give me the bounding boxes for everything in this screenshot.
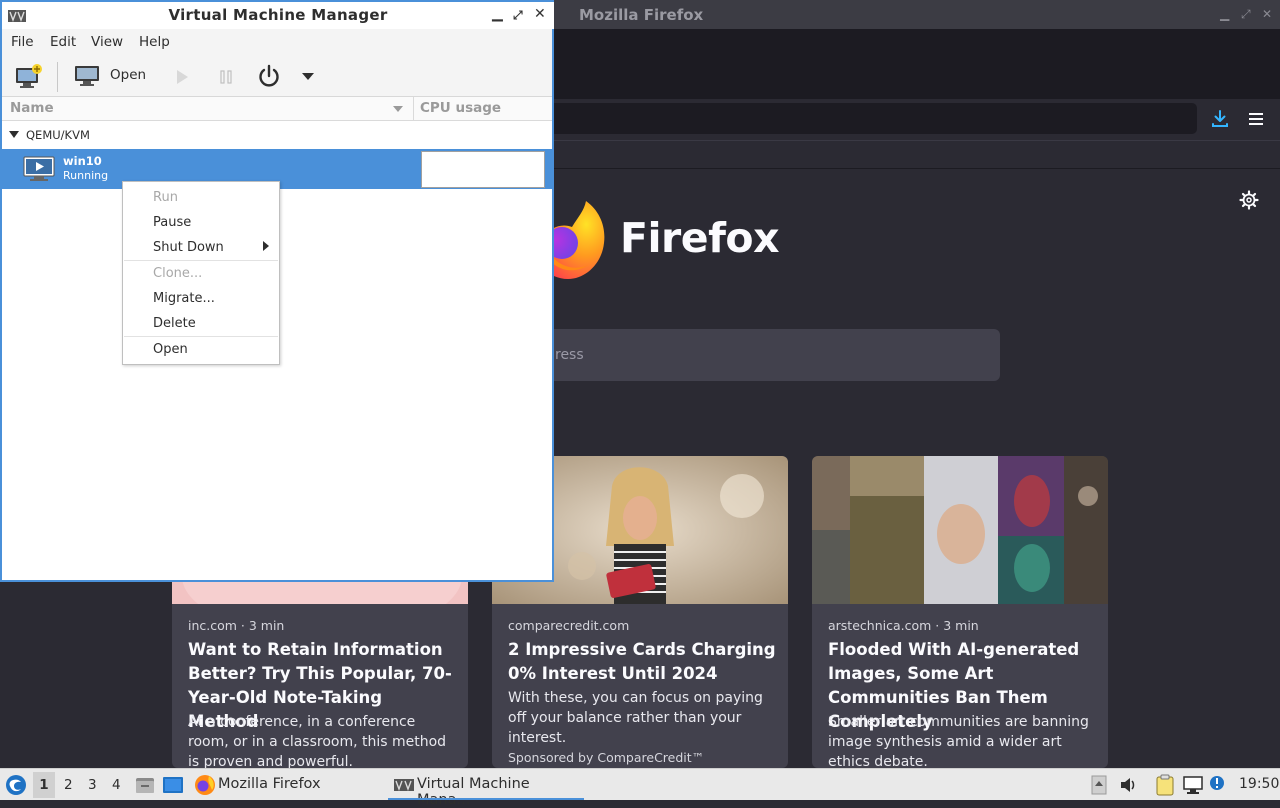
- vmm-menubar: File Edit View Help: [2, 29, 552, 56]
- story-description: With these, you can focus on paying off …: [508, 690, 763, 746]
- connection-label: QEMU/KVM: [26, 128, 90, 142]
- expander-down-icon[interactable]: [9, 131, 19, 139]
- sort-down-icon[interactable]: [392, 105, 404, 113]
- clock[interactable]: 19:50: [1239, 776, 1279, 792]
- file-manager-icon[interactable]: [135, 775, 155, 795]
- toolbar-separator: [57, 62, 58, 92]
- story-thumbnail: [812, 456, 1108, 604]
- menu-item-run: Run: [153, 190, 178, 205]
- task-firefox[interactable]: Mozilla Firefox: [192, 769, 382, 801]
- hamburger-menu-icon[interactable]: [1246, 109, 1266, 129]
- connection-group-row[interactable]: QEMU/KVM: [2, 122, 552, 147]
- story-card[interactable]: arstechnica.com · 3 min Flooded With AI-…: [812, 456, 1108, 768]
- maximize-icon[interactable]: ⤢: [1241, 7, 1251, 22]
- firefox-url-bar[interactable]: [540, 103, 1197, 134]
- clipboard-icon[interactable]: [1155, 774, 1175, 796]
- menu-separator: [124, 336, 278, 337]
- workspace-4[interactable]: 4: [112, 777, 121, 793]
- menu-item-delete[interactable]: Delete: [153, 316, 196, 331]
- menu-view[interactable]: View: [91, 34, 123, 50]
- submenu-arrow-icon: [263, 241, 269, 251]
- task-label: Mozilla Firefox: [218, 776, 321, 792]
- vmm-titlebar[interactable]: Virtual Machine Manager ▁ ⤢ ✕: [2, 0, 554, 29]
- story-source: arstechnica.com · 3 min: [828, 618, 979, 633]
- show-desktop-icon[interactable]: [162, 775, 184, 795]
- power-icon[interactable]: [256, 63, 282, 89]
- pause-icon[interactable]: [217, 68, 235, 86]
- column-cpu-usage[interactable]: CPU usage: [420, 100, 501, 116]
- tray-up-arrow-icon[interactable]: [1091, 775, 1107, 795]
- menu-edit[interactable]: Edit: [50, 34, 76, 50]
- menu-file[interactable]: File: [11, 34, 34, 50]
- menu-help[interactable]: Help: [139, 34, 170, 50]
- close-icon[interactable]: ✕: [534, 6, 546, 22]
- vm-context-menu: Run Pause Shut Down Clone... Migrate... …: [122, 181, 280, 365]
- running-vm-icon: [23, 156, 55, 181]
- workspace-1[interactable]: 1: [33, 772, 55, 798]
- maximize-icon[interactable]: ⤢: [513, 8, 523, 23]
- column-divider: [413, 97, 414, 121]
- vm-name: win10: [63, 154, 102, 168]
- story-description: Smaller art communities are banning imag…: [828, 714, 1089, 768]
- vmm-window-title: Virtual Machine Manager: [168, 6, 388, 24]
- story-source: inc.com · 3 min: [188, 618, 285, 633]
- sponsor-label: Sponsored by CompareCredit™: [508, 750, 705, 765]
- monitor-icon[interactable]: [74, 65, 100, 87]
- workspace-3[interactable]: 3: [88, 777, 97, 793]
- update-notifier-icon[interactable]: [1208, 774, 1228, 794]
- vm-list-header: Name CPU usage: [2, 97, 552, 121]
- task-virt-manager[interactable]: Virtual Machine Mana...: [390, 769, 586, 808]
- firefox-search-box[interactable]: [540, 329, 1000, 381]
- menu-item-clone: Clone...: [153, 266, 203, 281]
- workspace-2[interactable]: 2: [64, 777, 73, 793]
- cpu-usage-graph: [421, 151, 545, 188]
- new-vm-icon[interactable]: [15, 63, 43, 89]
- menu-item-migrate[interactable]: Migrate...: [153, 291, 215, 306]
- search-placeholder: ress: [555, 347, 584, 363]
- column-name[interactable]: Name: [10, 100, 54, 116]
- minimize-icon[interactable]: ▁: [492, 6, 503, 22]
- taskbar: 1 2 3 4 Mozilla Firefox Virtual Machine …: [0, 768, 1280, 808]
- volume-icon[interactable]: [1118, 775, 1138, 795]
- menu-separator: [124, 260, 278, 261]
- download-icon[interactable]: [1209, 108, 1231, 130]
- close-icon[interactable]: ✕: [1262, 7, 1272, 21]
- gear-icon[interactable]: [1238, 189, 1260, 211]
- menu-item-open[interactable]: Open: [153, 342, 188, 357]
- task-label: Virtual Machine Mana...: [417, 776, 530, 808]
- firefox-icon: [195, 775, 215, 795]
- menu-item-shut-down[interactable]: Shut Down: [153, 240, 224, 255]
- start-menu-icon[interactable]: [5, 774, 27, 796]
- run-icon[interactable]: [173, 68, 191, 86]
- menu-item-pause[interactable]: Pause: [153, 215, 191, 230]
- story-title[interactable]: 2 Impressive Cards Charging 0% Interest …: [508, 638, 778, 686]
- open-button[interactable]: Open: [110, 67, 146, 83]
- story-source: comparecredit.com: [508, 618, 630, 633]
- network-icon[interactable]: [1182, 775, 1204, 795]
- vmm-toolbar: Open: [2, 56, 552, 97]
- minimize-icon[interactable]: ▁: [1220, 7, 1229, 21]
- story-description: At a conference, in a conference room, o…: [188, 714, 447, 768]
- firefox-window-title: Mozilla Firefox: [579, 6, 704, 24]
- chevron-down-icon[interactable]: [301, 70, 315, 82]
- vm-state: Running: [63, 169, 109, 182]
- firefox-wordmark: Firefox: [620, 214, 780, 262]
- virt-manager-icon: [394, 779, 414, 791]
